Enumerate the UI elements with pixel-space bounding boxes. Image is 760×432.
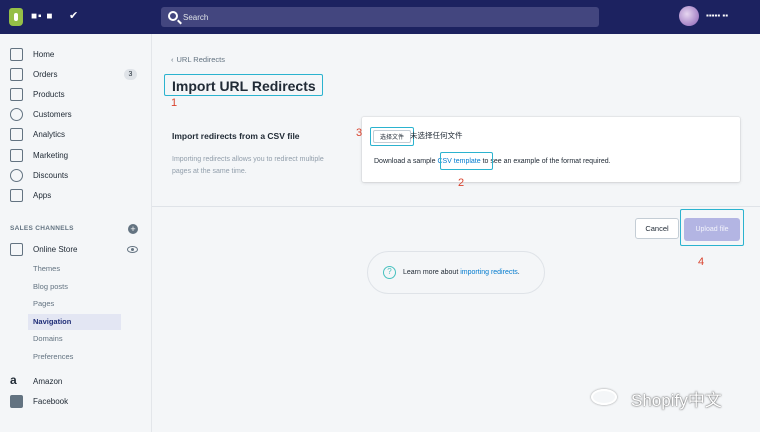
sidebar-item-facebook[interactable]: Facebook	[0, 393, 152, 411]
facebook-icon	[10, 395, 23, 408]
home-icon	[10, 48, 23, 61]
importing-redirects-link[interactable]: importing redirects	[460, 269, 518, 276]
annotation-number: 2	[458, 177, 465, 189]
search-input[interactable]	[183, 7, 583, 27]
question-mark-icon: ?	[383, 266, 396, 279]
top-bar: ■▪ ■ ✔ ▪▪▪▪▪ ▪▪	[0, 0, 760, 34]
annotation-number: 4	[698, 256, 705, 268]
search-bar[interactable]	[161, 7, 599, 27]
person-icon	[10, 108, 23, 121]
sales-channels-heading: SALES CHANNELS	[10, 225, 74, 232]
cancel-button[interactable]: Cancel	[635, 218, 679, 239]
chat-bubble-icon	[591, 389, 617, 405]
highlight-box-csv-link	[440, 152, 493, 170]
sidebar-item-label: Orders	[33, 70, 58, 79]
annotation-number: 1	[171, 97, 178, 109]
discount-icon	[10, 169, 23, 182]
sidebar-item-label: Amazon	[33, 377, 63, 386]
sidebar-item-orders[interactable]: Orders 3	[0, 66, 152, 84]
sidebar-item-label: Facebook	[33, 397, 69, 406]
sidebar-item-analytics[interactable]: Analytics	[0, 126, 152, 144]
download-prefix: Download a sample	[374, 158, 438, 165]
sidebar-subitem-themes[interactable]: Themes	[28, 261, 121, 277]
avatar[interactable]	[679, 6, 699, 26]
sidebar-subitem-blog-posts[interactable]: Blog posts	[28, 279, 121, 295]
store-icon	[10, 243, 23, 256]
tag-icon	[10, 88, 23, 101]
section-description: Importing redirects allows you to redire…	[172, 156, 324, 175]
sidebar-item-label: Customers	[33, 110, 72, 119]
sidebar-item-products[interactable]: Products	[0, 86, 152, 104]
highlight-box-upload-button	[680, 209, 744, 246]
sidebar-item-label: Marketing	[33, 151, 69, 160]
shopify-logo-icon[interactable]	[9, 8, 23, 26]
sidebar-item-label: Discounts	[33, 171, 69, 180]
sidebar-subitem-preferences[interactable]: Preferences	[28, 349, 121, 365]
help-suffix: .	[517, 269, 520, 276]
sidebar-item-home[interactable]: Home	[0, 46, 152, 64]
back-link-label: URL Redirects	[176, 55, 226, 64]
sidebar-item-label: Apps	[33, 191, 52, 200]
search-icon	[168, 11, 178, 21]
sidebar-item-label: Home	[33, 50, 55, 59]
sidebar-item-label: Products	[33, 90, 65, 99]
sidebar-item-apps[interactable]: Apps	[0, 187, 152, 205]
section-heading: Import redirects from a CSV file	[172, 131, 300, 141]
add-channel-plus-icon[interactable]: +	[128, 224, 138, 234]
sidebar-subitem-navigation[interactable]: Navigation	[28, 314, 121, 330]
annotation-number: 3	[356, 127, 363, 139]
sidebar-item-discounts[interactable]: Discounts	[0, 167, 152, 185]
sidebar-item-label: Online Store	[33, 245, 78, 254]
chevron-left-icon: ‹	[171, 55, 174, 64]
sidebar-item-label: Analytics	[33, 130, 66, 139]
amazon-icon: a	[10, 373, 17, 387]
back-to-url-redirects-link[interactable]: ‹ URL Redirects	[171, 55, 225, 64]
view-store-eye-icon[interactable]	[127, 246, 138, 253]
orders-icon	[10, 68, 23, 81]
chart-icon	[10, 128, 23, 141]
megaphone-icon	[10, 149, 23, 162]
watermark-text: Shopify中文	[631, 391, 722, 410]
checkmark-icon: ✔	[69, 10, 79, 22]
sidebar-subitem-pages[interactable]: Pages	[28, 296, 121, 312]
file-status-text: 未选择任何文件	[410, 131, 463, 140]
divider	[152, 206, 760, 207]
sidebar-item-marketing[interactable]: Marketing	[0, 147, 152, 165]
help-text: Learn more about importing redirects.	[403, 269, 520, 276]
sidebar-subitem-domains[interactable]: Domains	[28, 331, 121, 347]
orders-count-badge: 3	[124, 69, 137, 80]
user-name[interactable]: ▪▪▪▪▪ ▪▪	[706, 11, 728, 20]
apps-icon	[10, 189, 23, 202]
import-card	[362, 117, 740, 182]
highlight-box-title	[164, 74, 323, 96]
download-suffix: to see an example of the format required…	[480, 158, 611, 165]
highlight-box-file-button	[370, 127, 414, 146]
store-name[interactable]: ■▪ ■	[31, 11, 53, 22]
sidebar-item-amazon[interactable]: a Amazon	[0, 373, 152, 391]
sidebar-item-customers[interactable]: Customers	[0, 106, 152, 124]
help-prefix: Learn more about	[403, 269, 461, 276]
